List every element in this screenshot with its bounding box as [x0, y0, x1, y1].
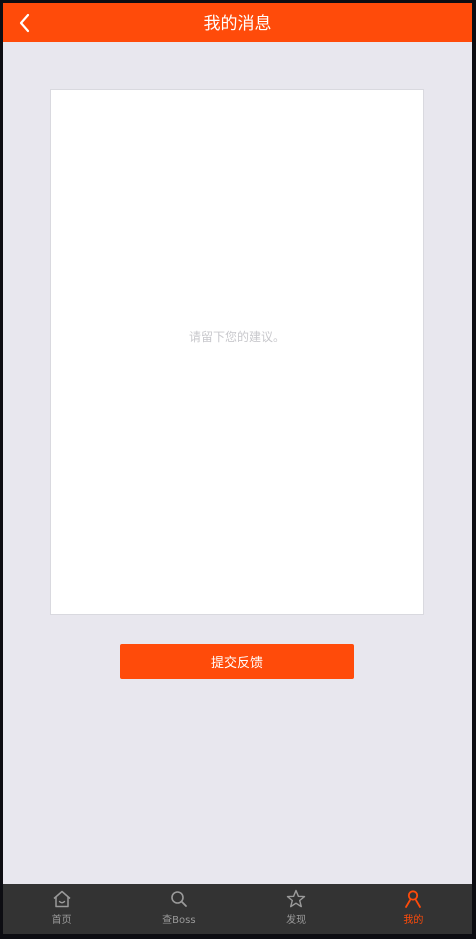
feedback-textarea-container	[50, 89, 424, 615]
tab-search-boss[interactable]: 查Boss	[120, 884, 237, 934]
tab-label-discover: 发现	[286, 915, 307, 926]
top-nav-bar: 我的消息	[3, 3, 472, 42]
search-icon	[171, 891, 187, 907]
tab-label-mine: 我的	[403, 915, 424, 926]
star-icon	[286, 889, 306, 908]
user-icon	[405, 890, 422, 908]
feedback-input[interactable]	[51, 90, 423, 614]
app-screen: 我的消息 提交反馈 首页 查Boss 发现	[3, 3, 472, 934]
tab-home[interactable]: 首页	[3, 884, 120, 934]
submit-feedback-button[interactable]: 提交反馈	[120, 644, 354, 679]
tab-label-home: 首页	[51, 915, 72, 926]
tab-discover[interactable]: 发现	[238, 884, 355, 934]
bottom-tab-bar: 首页 查Boss 发现 我的	[3, 884, 472, 934]
tab-label-search-boss: 查Boss	[162, 915, 196, 926]
page-title: 我的消息	[203, 14, 272, 34]
home-icon	[53, 890, 71, 908]
tab-mine[interactable]: 我的	[355, 884, 472, 934]
